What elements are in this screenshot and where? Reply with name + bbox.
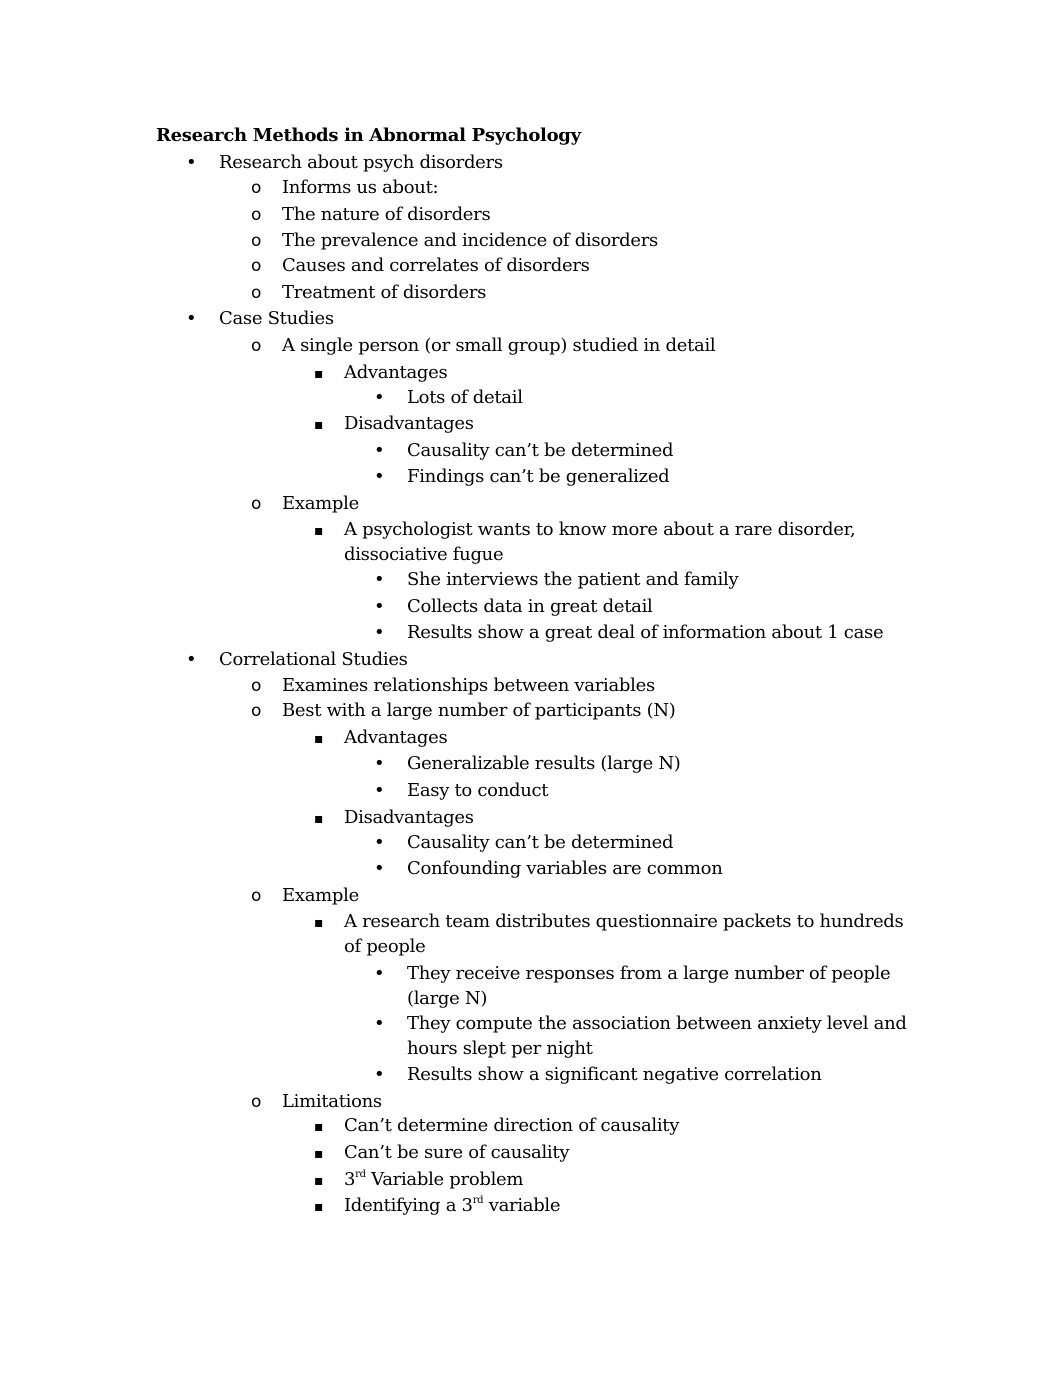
list-item-text: Confounding variables are common: [407, 858, 723, 879]
disc-bullet-icon: [186, 150, 197, 175]
list-item-text: Informs us about:: [282, 177, 439, 198]
list-item-text: Disadvantages: [344, 413, 474, 434]
circle-bullet-icon: [251, 883, 261, 909]
list-item-text: Examines relationships between variables: [282, 675, 655, 696]
circle-bullet-icon: [251, 673, 261, 699]
list-item-text: The prevalence and incidence of disorder…: [282, 230, 658, 251]
list-item-text: Findings can’t be generalized: [407, 466, 670, 487]
disc-bullet-icon: [374, 856, 385, 881]
disc-bullet-icon: [374, 385, 385, 410]
list-item-text: A research team distributes questionnair…: [344, 911, 904, 932]
list-item-text: Limitations: [282, 1091, 382, 1112]
list-item-text: Treatment of disorders: [282, 282, 487, 303]
list-item-text: Easy to conduct: [407, 780, 549, 801]
disc-bullet-icon: [374, 961, 385, 986]
list-item-text: Results show a great deal of information…: [407, 622, 884, 643]
list-item-text: They receive responses from a large numb…: [407, 963, 891, 984]
disc-bullet-icon: [374, 830, 385, 855]
disc-bullet-icon: [374, 620, 385, 645]
disc-bullet-icon: [374, 594, 385, 619]
square-bullet-icon: [314, 805, 324, 832]
square-bullet-icon: [314, 1113, 324, 1140]
list-item-text-continuation: of people: [344, 936, 426, 957]
circle-bullet-icon: [251, 333, 261, 359]
list-item-text: Causality can’t be determined: [407, 832, 674, 853]
list-item-text: Best with a large number of participants…: [282, 700, 676, 721]
list-item-text: Disadvantages: [344, 807, 474, 828]
superscript: rd: [355, 1169, 366, 1180]
list-item-text-continuation: dissociative fugue: [344, 544, 504, 565]
disc-bullet-icon: [374, 567, 385, 592]
circle-bullet-icon: [251, 698, 261, 724]
circle-bullet-icon: [251, 253, 261, 279]
square-bullet-icon: [314, 360, 324, 387]
document-title: Research Methods in Abnormal Psychology: [156, 125, 581, 146]
disc-bullet-icon: [374, 751, 385, 776]
square-bullet-icon: [314, 1140, 324, 1167]
square-bullet-icon: [314, 517, 324, 544]
list-item-text: She interviews the patient and family: [407, 569, 739, 590]
disc-bullet-icon: [374, 1011, 385, 1036]
list-item-text: Causes and correlates of disorders: [282, 255, 590, 276]
list-item-text: Causality can’t be determined: [407, 440, 674, 461]
square-bullet-icon: [314, 1193, 324, 1220]
square-bullet-icon: [314, 725, 324, 752]
disc-bullet-icon: [186, 647, 197, 672]
list-item-text: Advantages: [344, 362, 448, 383]
list-item-text: Example: [282, 493, 359, 514]
list-item-text: Can’t be sure of causality: [344, 1142, 570, 1163]
superscript: rd: [472, 1195, 484, 1206]
list-item-text: Generalizable results (large N): [407, 753, 681, 774]
disc-bullet-icon: [374, 778, 385, 803]
list-item-text: 3rd Variable problem: [344, 1169, 524, 1190]
list-item-text: Correlational Studies: [219, 649, 408, 670]
list-item-text: A psychologist wants to know more about …: [344, 519, 856, 540]
list-item-text: Advantages: [344, 727, 448, 748]
disc-bullet-icon: [374, 1062, 385, 1087]
list-item-text: A single person (or small group) studied…: [282, 335, 716, 356]
disc-bullet-icon: [186, 306, 197, 331]
circle-bullet-icon: [251, 202, 261, 228]
list-item-text: Identifying a 3rd variable: [344, 1195, 561, 1216]
list-item-text: Can’t determine direction of causality: [344, 1115, 680, 1136]
circle-bullet-icon: [251, 280, 261, 306]
square-bullet-icon: [314, 1167, 324, 1194]
list-item-text: Collects data in great detail: [407, 596, 653, 617]
list-item-text: They compute the association between anx…: [407, 1013, 907, 1034]
circle-bullet-icon: [251, 228, 261, 254]
list-item-text-continuation: hours slept per night: [407, 1038, 593, 1059]
circle-bullet-icon: [251, 175, 261, 201]
circle-bullet-icon: [251, 1089, 261, 1115]
disc-bullet-icon: [374, 464, 385, 489]
list-item-text: Lots of detail: [407, 387, 523, 408]
list-item-text-continuation: (large N): [407, 988, 488, 1009]
list-item-text: Results show a significant negative corr…: [407, 1064, 822, 1085]
circle-bullet-icon: [251, 491, 261, 517]
list-item-text: Example: [282, 885, 359, 906]
square-bullet-icon: [314, 411, 324, 438]
list-item-text: Research about psych disorders: [219, 152, 503, 173]
disc-bullet-icon: [374, 438, 385, 463]
document-page: Research Methods in Abnormal Psychology …: [0, 0, 1062, 1377]
square-bullet-icon: [314, 909, 324, 936]
list-item-text: The nature of disorders: [282, 204, 491, 225]
list-item-text: Case Studies: [219, 308, 334, 329]
